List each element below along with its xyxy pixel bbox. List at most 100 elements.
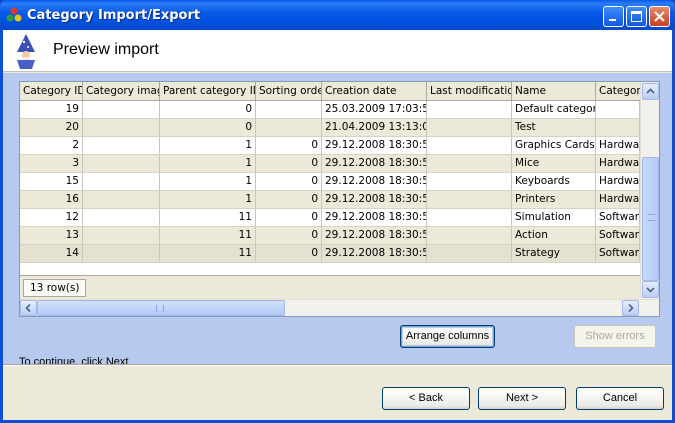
- cell-category-id[interactable]: 12: [20, 209, 83, 227]
- cell-name[interactable]: Simulation: [512, 209, 596, 227]
- cell-sorting-order[interactable]: 0: [256, 155, 322, 173]
- cell-parent-category-id[interactable]: 0: [160, 119, 256, 137]
- table-row[interactable]: 13 11029.12.2008 18:30:52 ActionSoftware: [20, 227, 640, 245]
- column-header-sorting-order[interactable]: Sorting order: [256, 82, 322, 101]
- cell-sorting-order[interactable]: 0: [256, 209, 322, 227]
- cell-category[interactable]: Software: [596, 227, 640, 245]
- cell-category[interactable]: [596, 119, 640, 137]
- cell-name[interactable]: Action: [512, 227, 596, 245]
- column-header-category-image[interactable]: Category image: [83, 82, 160, 101]
- cell-creation-date[interactable]: 21.04.2009 13:13:08: [322, 119, 427, 137]
- show-errors-button[interactable]: Show errors: [574, 325, 656, 348]
- cell-name[interactable]: Default category: [512, 101, 596, 119]
- horizontal-scrollbar[interactable]: [20, 299, 659, 316]
- cell-category-id[interactable]: 2: [20, 137, 83, 155]
- table-row[interactable]: 3 1029.12.2008 18:30:51 MiceHardware: [20, 155, 640, 173]
- table-row[interactable]: 20 0 21.04.2009 13:13:08 Test: [20, 119, 640, 137]
- vertical-scroll-thumb[interactable]: [642, 157, 659, 281]
- horizontal-scroll-thumb[interactable]: [37, 300, 285, 316]
- cell-category[interactable]: [596, 101, 640, 119]
- table-row[interactable]: 14 11029.12.2008 18:30:52 StrategySoftware: [20, 245, 640, 263]
- table-row[interactable]: 2 1 0 29.12.2008 18:30:50 Graphics Cards Hard…: [20, 137, 640, 155]
- vertical-scrollbar[interactable]: [640, 82, 659, 299]
- column-header-last-modification[interactable]: Last modification: [427, 82, 512, 101]
- cell-parent-category-id[interactable]: 11: [160, 227, 256, 245]
- cancel-button[interactable]: Cancel: [576, 387, 664, 410]
- cell-category-id[interactable]: 20: [20, 119, 83, 137]
- cell-sorting-order[interactable]: [256, 119, 322, 137]
- scroll-left-button[interactable]: [20, 300, 37, 316]
- column-header-creation-date[interactable]: Creation date: [322, 82, 427, 101]
- cell-category-image[interactable]: [83, 245, 160, 263]
- cell-category-id[interactable]: 14: [20, 245, 83, 263]
- cell-last-modification[interactable]: [427, 245, 512, 263]
- cell-creation-date[interactable]: 29.12.2008 18:30:52: [322, 245, 427, 263]
- next-button[interactable]: Next >: [478, 387, 566, 410]
- cell-category-image[interactable]: [83, 101, 160, 119]
- cell-name[interactable]: Graphics Cards: [512, 137, 596, 155]
- cell-name[interactable]: Keyboards: [512, 173, 596, 191]
- cell-parent-category-id[interactable]: 1: [160, 137, 256, 155]
- cell-sorting-order[interactable]: 0: [256, 137, 322, 155]
- cell-parent-category-id[interactable]: 11: [160, 209, 256, 227]
- cell-sorting-order[interactable]: [256, 101, 322, 119]
- cell-category[interactable]: Hardware: [596, 137, 640, 155]
- table-row[interactable]: 15 1029.12.2008 18:30:52 KeyboardsHardware: [20, 173, 640, 191]
- column-header-name[interactable]: Name: [512, 82, 596, 101]
- cell-name[interactable]: Test: [512, 119, 596, 137]
- cell-creation-date[interactable]: 29.12.2008 18:30:52: [322, 209, 427, 227]
- cell-last-modification[interactable]: [427, 173, 512, 191]
- cell-parent-category-id[interactable]: 11: [160, 245, 256, 263]
- column-header-parent-category-id[interactable]: Parent category ID: [160, 82, 256, 101]
- arrange-columns-button[interactable]: Arrange columns: [400, 325, 495, 348]
- table-row[interactable]: 12 11 0 29.12.2008 18:30:52 Simulation Softwa…: [20, 209, 640, 227]
- cell-creation-date[interactable]: 29.12.2008 18:30:50: [322, 137, 427, 155]
- cell-category-id[interactable]: 19: [20, 101, 83, 119]
- cell-category-image[interactable]: [83, 155, 160, 173]
- cell-last-modification[interactable]: [427, 119, 512, 137]
- preview-grid[interactable]: Category ID Category image Parent catego…: [19, 81, 660, 317]
- maximize-button[interactable]: [626, 6, 647, 27]
- cell-last-modification[interactable]: [427, 191, 512, 209]
- back-button[interactable]: < Back: [382, 387, 470, 410]
- cell-creation-date[interactable]: 25.03.2009 17:03:51: [322, 101, 427, 119]
- cell-parent-category-id[interactable]: 1: [160, 191, 256, 209]
- cell-sorting-order[interactable]: 0: [256, 173, 322, 191]
- cell-sorting-order[interactable]: 0: [256, 191, 322, 209]
- cell-name[interactable]: Strategy: [512, 245, 596, 263]
- cell-creation-date[interactable]: 29.12.2008 18:30:51: [322, 155, 427, 173]
- scroll-right-button[interactable]: [622, 300, 639, 316]
- cell-category[interactable]: Software: [596, 209, 640, 227]
- cell-category[interactable]: Software: [596, 245, 640, 263]
- table-row[interactable]: 16 1029.12.2008 18:30:52 PrintersHardware: [20, 191, 640, 209]
- cell-sorting-order[interactable]: 0: [256, 245, 322, 263]
- cell-sorting-order[interactable]: 0: [256, 227, 322, 245]
- cell-last-modification[interactable]: [427, 209, 512, 227]
- cell-last-modification[interactable]: [427, 227, 512, 245]
- cell-category-id[interactable]: 3: [20, 155, 83, 173]
- cell-category[interactable]: Hardware: [596, 191, 640, 209]
- cell-category-id[interactable]: 15: [20, 173, 83, 191]
- cell-creation-date[interactable]: 29.12.2008 18:30:52: [322, 173, 427, 191]
- cell-category-id[interactable]: 13: [20, 227, 83, 245]
- cell-name[interactable]: Mice: [512, 155, 596, 173]
- cell-parent-category-id[interactable]: 1: [160, 155, 256, 173]
- cell-category[interactable]: Hardware: [596, 173, 640, 191]
- cell-category-image[interactable]: [83, 209, 160, 227]
- column-header-category[interactable]: Category: [596, 82, 640, 101]
- table-row[interactable]: 19 0 25.03.2009 17:03:51 Default category: [20, 101, 640, 119]
- scroll-up-button[interactable]: [642, 83, 659, 100]
- cell-category-image[interactable]: [83, 137, 160, 155]
- cell-last-modification[interactable]: [427, 155, 512, 173]
- cell-name[interactable]: Printers: [512, 191, 596, 209]
- cell-parent-category-id[interactable]: 1: [160, 173, 256, 191]
- close-button[interactable]: [649, 6, 670, 27]
- title-bar[interactable]: Category Import/Export: [0, 0, 675, 30]
- cell-parent-category-id[interactable]: 0: [160, 101, 256, 119]
- cell-last-modification[interactable]: [427, 137, 512, 155]
- column-header-category-id[interactable]: Category ID: [20, 82, 83, 101]
- cell-category-image[interactable]: [83, 119, 160, 137]
- scroll-down-button[interactable]: [642, 281, 659, 298]
- cell-creation-date[interactable]: 29.12.2008 18:30:52: [322, 191, 427, 209]
- cell-category-image[interactable]: [83, 191, 160, 209]
